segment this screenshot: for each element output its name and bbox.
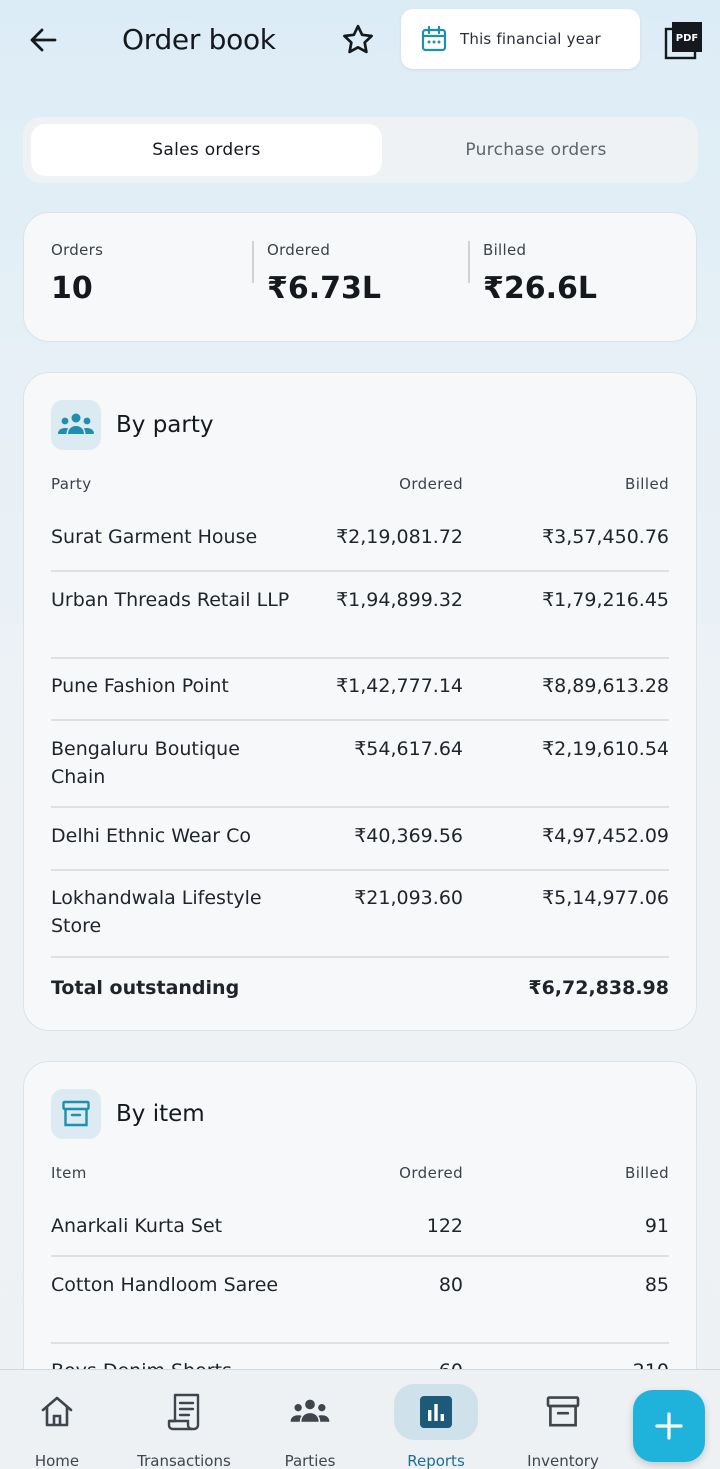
tab-purchase-orders[interactable]: Purchase orders	[382, 124, 690, 176]
favorite-button[interactable]	[336, 18, 380, 62]
nav-home[interactable]: Home	[15, 1370, 99, 1469]
party-name: Urban Threads Retail LLP	[51, 589, 290, 611]
row-divider	[51, 806, 669, 808]
bar-chart-icon	[394, 1384, 478, 1440]
billed-amount: ₹1,79,216.45	[542, 589, 669, 611]
billed-amount: ₹4,97,452.09	[542, 825, 669, 847]
orders-value: 10	[51, 271, 93, 306]
billed-label: Billed	[483, 241, 527, 259]
row-divider	[51, 719, 669, 721]
back-button[interactable]	[22, 20, 64, 60]
nav-inventory-label: Inventory	[527, 1452, 599, 1469]
export-pdf-button[interactable]: PDF	[664, 20, 704, 60]
total-value: ₹6,72,838.98	[528, 977, 669, 999]
row-divider	[51, 956, 669, 958]
summary-card: Orders 10 Ordered ₹6.73L Billed ₹26.6L	[23, 212, 697, 342]
app-header: Order book This financial year PDF	[0, 0, 720, 84]
group-icon	[51, 400, 101, 450]
party-name: Delhi Ethnic Wear Co	[51, 825, 252, 847]
billed-stat: Billed ₹26.6L	[483, 241, 597, 306]
ordered-qty: 122	[426, 1215, 463, 1237]
ordered-label: Ordered	[267, 241, 331, 259]
item-name: Cotton Handloom Saree	[51, 1274, 279, 1296]
bottom-navigation: Home Transactions Parties Reports Invent…	[0, 1369, 720, 1469]
column-header-ordered: Ordered	[399, 1164, 463, 1182]
billed-amount: ₹2,19,610.54	[542, 738, 669, 760]
party-name: Surat Garment House	[51, 526, 258, 548]
order-type-tabs: Sales orders Purchase orders	[23, 117, 698, 183]
nav-reports-label: Reports	[407, 1452, 465, 1469]
billed-amount: ₹8,89,613.28	[542, 675, 669, 697]
by-party-header: By party	[51, 400, 213, 450]
column-header-ordered: Ordered	[399, 475, 463, 493]
nav-reports[interactable]: Reports	[394, 1370, 478, 1469]
billed-amount: ₹3,57,450.76	[542, 526, 669, 548]
archive-icon	[51, 1089, 101, 1139]
column-header-billed: Billed	[625, 1164, 669, 1182]
svg-text:PDF: PDF	[676, 33, 698, 44]
by-party-card: By party Party Ordered Billed Surat Garm…	[23, 372, 697, 1031]
ordered-value: ₹6.73L	[267, 271, 382, 306]
arrow-left-icon	[30, 28, 57, 52]
row-divider	[51, 570, 669, 572]
nav-parties[interactable]: Parties	[268, 1370, 352, 1469]
ordered-amount: ₹54,617.64	[354, 738, 463, 760]
nav-transactions[interactable]: Transactions	[132, 1370, 236, 1469]
row-divider	[51, 869, 669, 871]
party-name: Pune Fashion Point	[51, 675, 229, 697]
group-icon	[268, 1384, 352, 1440]
row-divider	[51, 1255, 669, 1257]
total-label: Total outstanding	[51, 977, 240, 999]
pdf-icon: PDF	[664, 22, 702, 60]
by-item-title: By item	[116, 1101, 205, 1127]
ordered-amount: ₹21,093.60	[354, 887, 463, 909]
column-header-item: Item	[51, 1164, 87, 1182]
nav-home-label: Home	[34, 1452, 80, 1469]
ordered-amount: ₹40,369.56	[354, 825, 463, 847]
billed-amount: ₹5,14,977.06	[542, 887, 669, 909]
nav-parties-label: Parties	[284, 1452, 336, 1469]
ordered-stat: Ordered ₹6.73L	[267, 241, 381, 306]
home-icon	[15, 1384, 99, 1440]
calendar-icon	[421, 25, 447, 52]
party-name: Bengaluru Boutique Chain	[51, 738, 240, 788]
orders-stat: Orders 10	[51, 241, 103, 306]
billed-qty: 91	[644, 1215, 669, 1237]
add-button[interactable]	[633, 1390, 705, 1462]
period-selector[interactable]: This financial year	[401, 9, 640, 69]
party-name: Lokhandwala Lifestyle Store	[51, 887, 262, 937]
nav-inventory[interactable]: Inventory	[521, 1370, 605, 1469]
page-title: Order book	[122, 23, 276, 56]
nav-transactions-label: Transactions	[137, 1452, 231, 1469]
billed-qty: 85	[644, 1274, 669, 1296]
star-icon	[343, 24, 373, 54]
plus-icon	[655, 1412, 683, 1440]
column-header-party: Party	[51, 475, 92, 493]
orders-label: Orders	[51, 241, 104, 259]
archive-icon	[521, 1384, 605, 1440]
stat-divider	[252, 241, 254, 283]
billed-value: ₹26.6L	[483, 271, 598, 306]
by-item-header: By item	[51, 1089, 205, 1139]
column-header-billed: Billed	[625, 475, 669, 493]
stat-divider	[468, 241, 470, 283]
ordered-amount: ₹1,42,777.14	[336, 675, 463, 697]
tab-sales-orders[interactable]: Sales orders	[31, 124, 382, 176]
item-name: Anarkali Kurta Set	[51, 1215, 223, 1237]
ordered-amount: ₹2,19,081.72	[336, 526, 463, 548]
by-party-title: By party	[116, 412, 214, 438]
ordered-qty: 80	[438, 1274, 463, 1296]
receipt-icon	[142, 1384, 226, 1440]
ordered-amount: ₹1,94,899.32	[336, 589, 463, 611]
row-divider	[51, 657, 669, 659]
period-label: This financial year	[460, 30, 601, 48]
row-divider	[51, 1342, 669, 1344]
